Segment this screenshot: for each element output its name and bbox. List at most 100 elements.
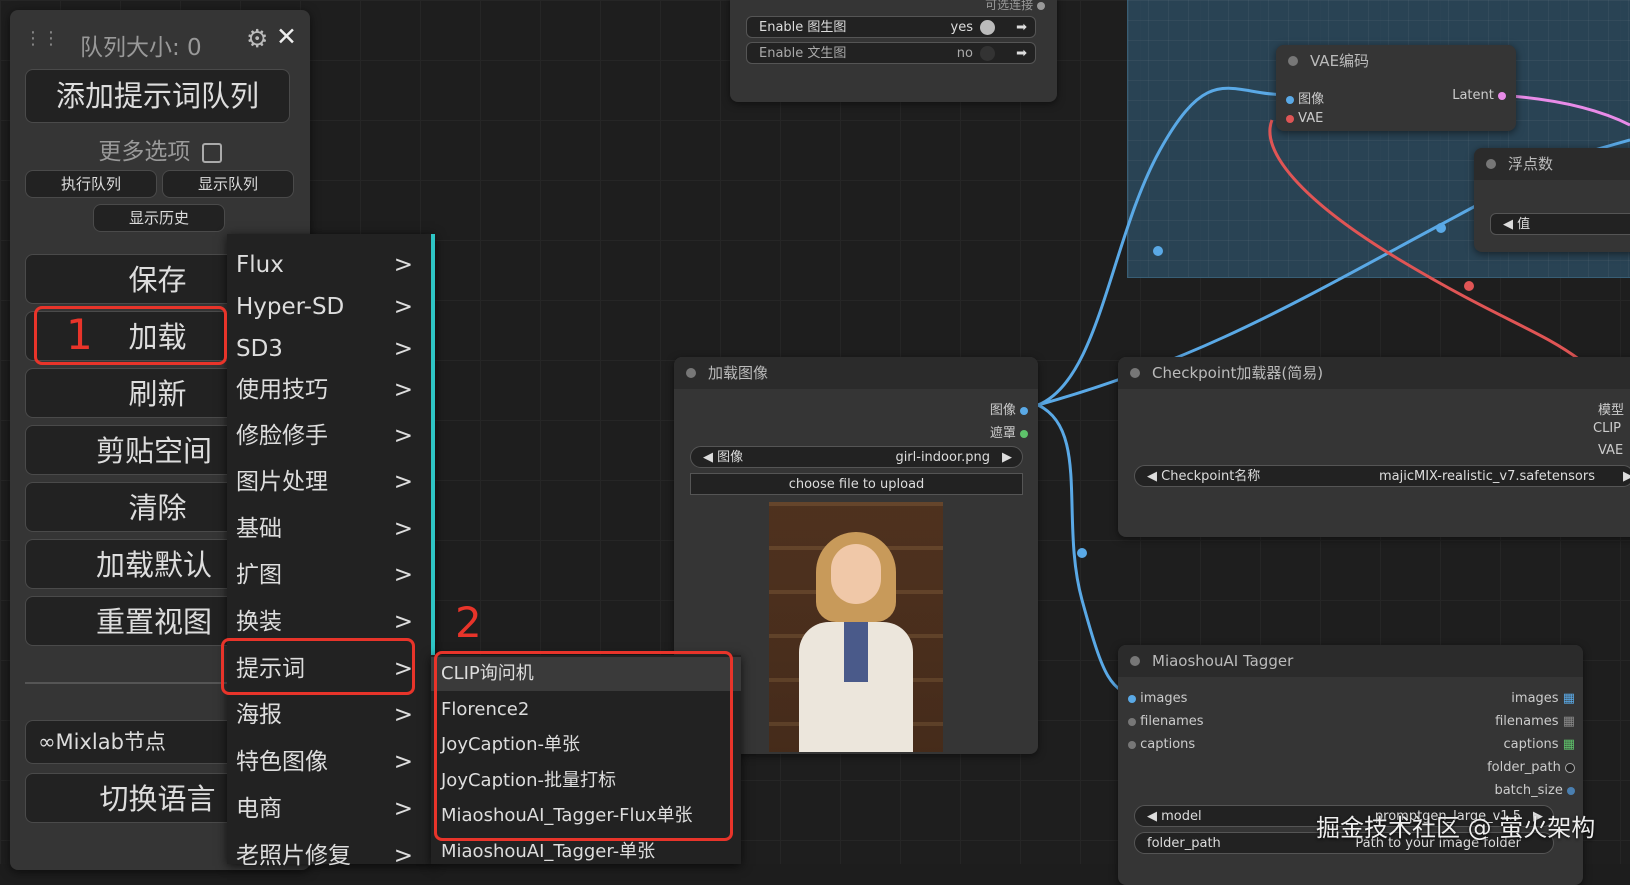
- chevron-right-icon: >: [393, 562, 413, 588]
- grid-socket-icon[interactable]: ▦: [1563, 737, 1575, 752]
- node-title: Checkpoint加载器(简易): [1152, 364, 1324, 382]
- show-queue-button[interactable]: 显示队列: [162, 170, 294, 198]
- grid-socket-icon[interactable]: ▦: [1563, 714, 1575, 729]
- watermark: 掘金技术社区 @ 萤火架构: [1316, 814, 1596, 842]
- annotation-number-1: 1: [66, 310, 93, 359]
- node-status-dot: [1130, 368, 1140, 378]
- menu-item-label: 海报: [236, 702, 282, 728]
- grid-socket-icon[interactable]: ▦: [1563, 691, 1575, 706]
- menu-item-3[interactable]: 使用技巧 >: [227, 370, 431, 410]
- close-icon[interactable]: ✕: [276, 22, 297, 51]
- input-socket[interactable]: [1128, 740, 1136, 749]
- arrow-right-icon: ➡: [1016, 20, 1027, 35]
- highlight-load: [34, 306, 227, 365]
- node-title: 浮点数: [1508, 155, 1554, 173]
- output-folder-path-label: folder_path: [1487, 760, 1561, 775]
- menu-item-0[interactable]: Flux >: [227, 245, 431, 285]
- menu-item-12[interactable]: 电商 >: [227, 789, 431, 829]
- menu-item-label: 基础: [236, 516, 282, 542]
- image-select-label: 图像: [717, 450, 744, 465]
- checkpoint-select[interactable]: ◀ Checkpoint名称 majicMIX-realistic_v7.saf…: [1134, 465, 1630, 487]
- menu-item-4[interactable]: 修脸修手 >: [227, 416, 431, 456]
- enable-img2img-toggle[interactable]: Enable 图生图 yes ➡: [746, 16, 1036, 38]
- chevron-right-icon: >: [393, 609, 413, 635]
- node-status-dot: [686, 368, 696, 378]
- output-socket[interactable]: [1565, 762, 1575, 773]
- image-select-value: girl-indoor.png: [895, 450, 990, 465]
- node-float[interactable]: 浮点数 ◀ 值: [1474, 148, 1630, 252]
- menu-item-1[interactable]: Hyper-SD >: [227, 287, 431, 327]
- node-options[interactable]: 可选连接 Enable 图生图 yes ➡ Enable 文生图 no ➡: [730, 0, 1057, 102]
- highlight-prompt: [221, 638, 415, 695]
- chevron-right-icon: >: [393, 516, 413, 542]
- chevron-right-icon: >: [393, 469, 413, 495]
- node-miaoshou-tagger[interactable]: MiaoshouAI Tagger images filenames capti…: [1118, 645, 1583, 885]
- image-select[interactable]: ◀ 图像 girl-indoor.png ▶: [690, 446, 1023, 468]
- menu-item-10[interactable]: 海报 >: [227, 695, 431, 735]
- add-prompt-queue-button[interactable]: 添加提示词队列: [25, 69, 290, 123]
- chevron-right-icon: >: [393, 702, 413, 728]
- output-socket[interactable]: [1567, 786, 1575, 795]
- optional-connect-socket[interactable]: [1037, 1, 1045, 10]
- highlight-submenu: [434, 651, 733, 841]
- more-options-checkbox[interactable]: [201, 142, 222, 163]
- menu-item-5[interactable]: 图片处理 >: [227, 462, 431, 502]
- input-images-label: images: [1140, 691, 1188, 706]
- menu-item-2[interactable]: SD3 >: [227, 329, 431, 369]
- menu-item-8[interactable]: 换装 >: [227, 602, 431, 642]
- output-model-label: 模型: [1598, 403, 1625, 418]
- input-socket[interactable]: [1128, 717, 1136, 726]
- show-history-button[interactable]: 显示历史: [93, 204, 225, 232]
- menu-item-13[interactable]: 老照片修复 >: [227, 836, 431, 876]
- chevron-right-icon: >: [393, 796, 413, 822]
- model-select-label: model: [1161, 809, 1202, 824]
- node-status-dot: [1288, 56, 1298, 66]
- menu-item-label: 图片处理: [236, 469, 328, 495]
- node-title: 加载图像: [708, 364, 769, 382]
- enable-txt2img-value: no: [956, 46, 973, 61]
- drag-handle-icon[interactable]: ⋮⋮: [24, 28, 60, 49]
- output-socket[interactable]: [1020, 429, 1028, 438]
- menu-item-7[interactable]: 扩图 >: [227, 555, 431, 595]
- menu-item-label: 老照片修复: [236, 843, 351, 869]
- node-status-dot: [1486, 159, 1496, 169]
- output-batch-size-label: batch_size: [1494, 783, 1563, 798]
- workflow-menu: Flux > Hyper-SD > SD3 > 使用技巧 > 修脸修手 > 图片处理 > 基础 > 扩图 > 换…: [227, 234, 435, 869]
- input-socket[interactable]: [1286, 114, 1294, 123]
- input-socket[interactable]: [1286, 95, 1294, 104]
- output-images-label: images: [1511, 691, 1559, 706]
- more-options-label: 更多选项: [98, 139, 191, 165]
- input-socket[interactable]: [1128, 694, 1136, 703]
- choose-file-button[interactable]: choose file to upload: [690, 473, 1023, 495]
- node-vae-encode[interactable]: VAE编码 图像 VAE Latent: [1276, 45, 1516, 131]
- output-image-label: 图像: [989, 403, 1016, 418]
- input-filenames-label: filenames: [1140, 714, 1204, 729]
- checkpoint-select-label: Checkpoint名称: [1161, 469, 1261, 484]
- node-checkpoint-loader[interactable]: Checkpoint加载器(简易) 模型 CLIP VAE ◀ Checkpoi…: [1118, 357, 1630, 537]
- gear-icon[interactable]: ⚙: [246, 24, 268, 53]
- node-title: MiaoshouAI Tagger: [1152, 652, 1294, 670]
- chevron-right-icon: >: [393, 294, 413, 320]
- menu-item-label: 电商: [236, 796, 282, 822]
- arrow-right-icon: ▶: [1623, 466, 1630, 486]
- menu-item-11[interactable]: 特色图像 >: [227, 742, 431, 782]
- optional-connect-label: 可选连接: [985, 0, 1034, 12]
- enable-txt2img-toggle[interactable]: Enable 文生图 no ➡: [746, 42, 1036, 64]
- float-value-field[interactable]: ◀ 值: [1490, 213, 1630, 235]
- chevron-right-icon: >: [393, 423, 413, 449]
- input-captions-label: captions: [1140, 737, 1196, 752]
- enable-txt2img-label: Enable 文生图: [759, 46, 847, 61]
- menu-item-6[interactable]: 基础 >: [227, 509, 431, 549]
- output-captions-label: captions: [1503, 737, 1559, 752]
- arrow-right-icon: ➡: [1016, 46, 1027, 61]
- menu-item-label: 特色图像: [236, 749, 328, 775]
- float-value-label: 值: [1517, 217, 1531, 232]
- output-socket[interactable]: [1020, 406, 1028, 415]
- toggle-knob-on: [980, 20, 995, 35]
- enable-img2img-label: Enable 图生图: [759, 20, 847, 35]
- output-socket[interactable]: [1498, 91, 1506, 100]
- output-filenames-label: filenames: [1495, 714, 1559, 729]
- execute-queue-button[interactable]: 执行队列: [25, 170, 157, 198]
- menu-item-label: Flux: [236, 252, 284, 278]
- annotation-number-2: 2: [455, 598, 482, 647]
